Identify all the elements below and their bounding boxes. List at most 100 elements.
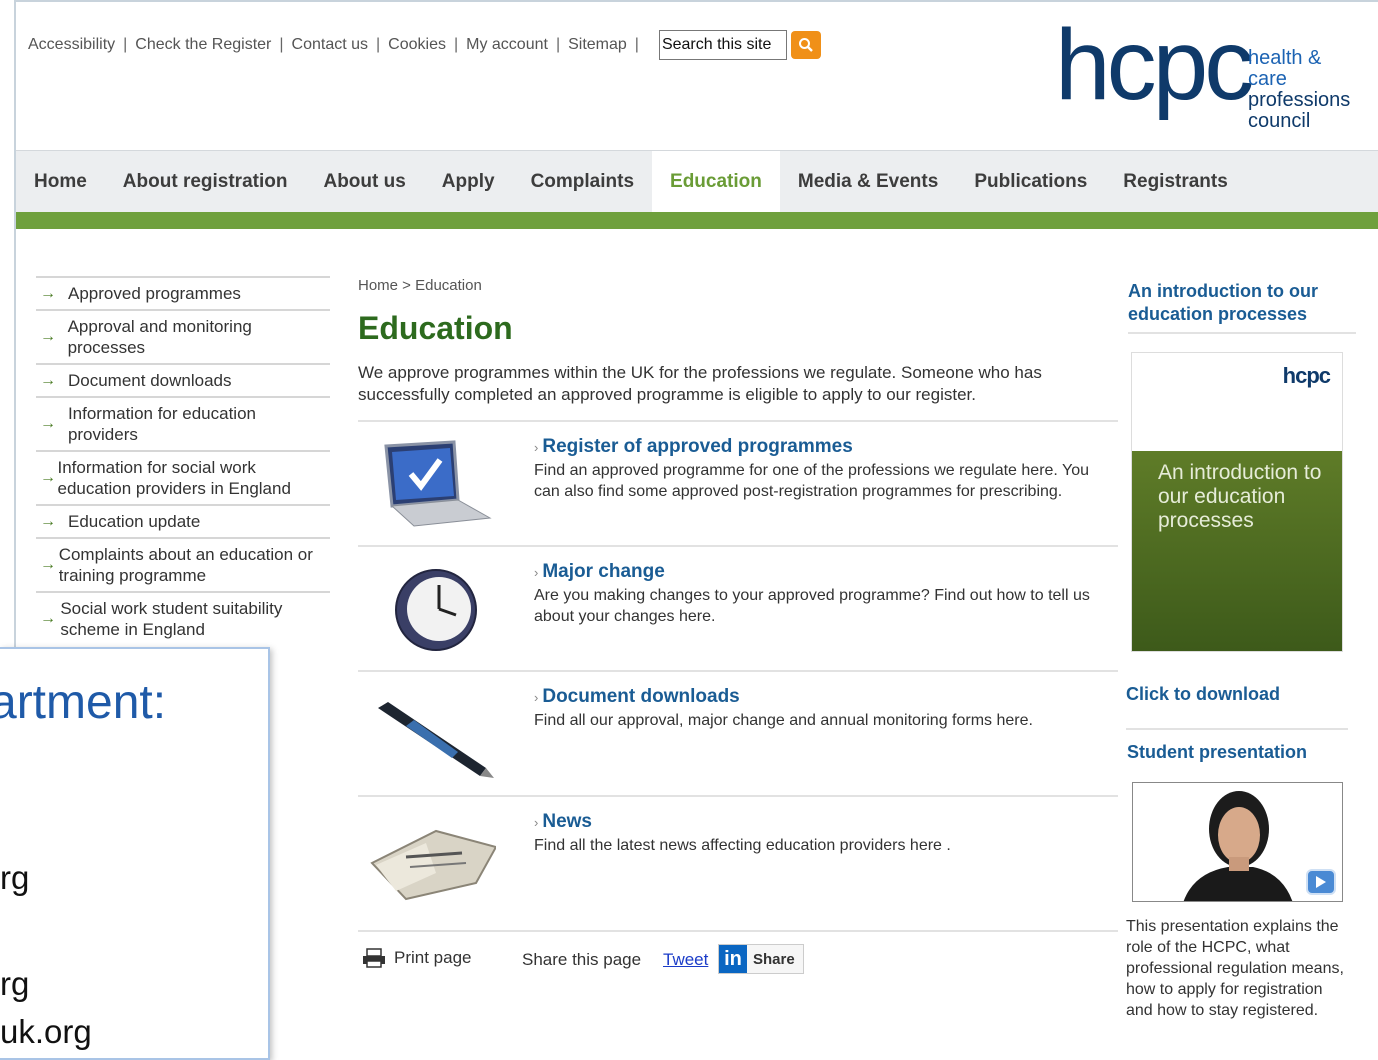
nav-education[interactable]: Education [652, 151, 780, 213]
section-heading[interactable]: › News [534, 811, 592, 833]
sidebar-item-label: Information for education providers [67, 404, 256, 444]
linkedin-share-label: Share [753, 950, 795, 968]
chevron-right-icon: › [534, 565, 539, 580]
my-account-link[interactable]: My account [466, 36, 548, 54]
laptop-checkmark-icon [384, 440, 492, 527]
hcpc-logo[interactable]: hcpc health & care professions council [1055, 9, 1365, 132]
sidebar-item-label: Document downloads [68, 371, 232, 390]
sidebar-item-label: Education update [68, 512, 201, 531]
search-input[interactable]: Search this site [658, 30, 787, 60]
tweet-link[interactable]: Tweet [663, 950, 708, 970]
sidebar-item-complaints-programme[interactable]: → Complaints about an education or train… [36, 537, 330, 591]
overlay-line: uk.org [0, 1013, 92, 1050]
section-description: Find an approved programme for one of th… [534, 462, 1090, 500]
share-bar: Print page Share this page Tweet in Shar… [358, 930, 1118, 990]
brochure-thumbnail[interactable]: hcpc An introduction to our education pr… [1131, 352, 1343, 652]
cookies-link[interactable]: Cookies [388, 36, 446, 54]
sidebar-item-approval-monitoring[interactable]: → Approval and monitoring processes [36, 309, 330, 363]
sidebar-item-education-update[interactable]: → Education update [36, 504, 330, 537]
logo-tag-line1: health & care [1248, 47, 1322, 90]
print-label: Print page [394, 948, 472, 967]
sidebar-item-label: Complaints about an education or trainin… [58, 545, 313, 585]
section-heading-text: Major change [542, 561, 665, 582]
brochure-title: An introduction to our education process… [1158, 461, 1322, 532]
sidebar-item-social-work-providers[interactable]: → Information for social work education … [36, 450, 330, 504]
printer-icon [363, 948, 385, 968]
nav-apply[interactable]: Apply [424, 151, 513, 213]
pen-icon [378, 702, 494, 778]
nav-complaints[interactable]: Complaints [513, 151, 652, 213]
arrow-right-icon: → [40, 415, 56, 432]
nav-about-registration[interactable]: About registration [105, 151, 306, 213]
intro-text: We approve programmes within the UK for … [358, 363, 1042, 404]
section-heading[interactable]: › Register of approved programmes [534, 436, 853, 458]
section-heading-text: Register of approved programmes [542, 436, 853, 457]
sidebar-item-label: Social work student suitability scheme i… [60, 599, 283, 639]
arrow-right-icon: → [40, 284, 56, 302]
newspaper-icon [370, 829, 496, 901]
separator: | [634, 36, 639, 53]
chevron-right-icon: › [534, 440, 539, 455]
sitemap-link[interactable]: Sitemap [568, 36, 627, 54]
sidebar-item-suitability-scheme[interactable]: → Social work student suitability scheme… [36, 591, 330, 645]
check-register-link[interactable]: Check the Register [135, 36, 271, 54]
utility-bar: Accessibility | Check the Register | Con… [28, 30, 821, 60]
video-thumbnail[interactable] [1132, 782, 1343, 902]
click-to-download-link[interactable]: Click to download [1126, 684, 1280, 705]
student-presentation-link[interactable]: Student presentation [1127, 742, 1307, 763]
nav-about-us[interactable]: About us [305, 151, 423, 213]
nav-media-events[interactable]: Media & Events [780, 151, 956, 213]
sidebar-item-education-providers[interactable]: → Information for education providers [36, 396, 330, 450]
nav-publications[interactable]: Publications [956, 151, 1105, 213]
overlay-line: rg [0, 965, 30, 1002]
accessibility-link[interactable]: Accessibility [28, 36, 115, 54]
sidebar: → Approved programmes → Approval and mon… [36, 276, 330, 645]
brochure-logo: hcpc [1282, 363, 1331, 388]
logo-word: hcpc [1055, 9, 1254, 121]
overlay-slide-fragment: artment: rg rg uk.org [0, 647, 270, 1060]
main-nav: Home About registration About us Apply C… [16, 150, 1378, 213]
video-description: This presentation explains the role of t… [1126, 918, 1344, 1019]
section-heading-text: News [542, 811, 592, 832]
section-description: Find all our approval, major change and … [534, 712, 1033, 729]
separator: | [453, 36, 459, 53]
logo-tagline: health & care professions council [1248, 48, 1365, 132]
section-heading[interactable]: › Major change [534, 561, 665, 583]
nav-registrants[interactable]: Registrants [1105, 151, 1246, 213]
overlay-line: rg [0, 859, 30, 896]
arrow-right-icon: → [40, 371, 56, 389]
arrow-right-icon: → [40, 610, 56, 627]
nav-accent-bar [16, 212, 1378, 229]
share-label: Share this page [522, 950, 642, 969]
linkedin-share-button[interactable]: in Share [718, 944, 804, 974]
separator: | [123, 36, 128, 53]
section-description: Find all the latest news affecting educa… [534, 837, 951, 854]
clock-icon [395, 569, 477, 651]
play-button[interactable] [1306, 869, 1336, 895]
sidebar-item-document-downloads[interactable]: → Document downloads [36, 363, 330, 396]
section-heading[interactable]: › Document downloads [534, 686, 740, 708]
section-document-downloads: › Document downloads Find all our approva… [358, 670, 1118, 795]
section-description: Are you making changes to your approved … [534, 587, 1090, 625]
page-title: Education [358, 310, 513, 346]
breadcrumb[interactable]: Home > Education [358, 277, 482, 294]
overlay-title: artment: [0, 676, 167, 729]
nav-home[interactable]: Home [16, 151, 105, 213]
logo-tag-line3: council [1248, 110, 1311, 132]
separator: | [555, 36, 561, 53]
right-column: An introduction to our education process… [1128, 280, 1356, 334]
arrow-right-icon: → [40, 328, 56, 345]
intro-processes-link[interactable]: An introduction to our education process… [1128, 280, 1356, 334]
contact-link[interactable]: Contact us [292, 36, 368, 54]
sidebar-item-label: Approved programmes [68, 284, 241, 303]
sidebar-item-label: Information for social work education pr… [57, 458, 291, 498]
section-register: › Register of approved programmes Find an… [358, 420, 1118, 545]
section-heading-text: Document downloads [542, 686, 740, 707]
print-button[interactable]: Print page [362, 948, 472, 968]
linkedin-icon: in [719, 945, 747, 973]
search-button[interactable] [790, 31, 821, 59]
arrow-right-icon: → [40, 556, 56, 573]
sidebar-item-approved-programmes[interactable]: → Approved programmes [36, 276, 330, 309]
logo-tag-line2: professions [1248, 89, 1351, 111]
arrow-right-icon: → [40, 469, 56, 486]
